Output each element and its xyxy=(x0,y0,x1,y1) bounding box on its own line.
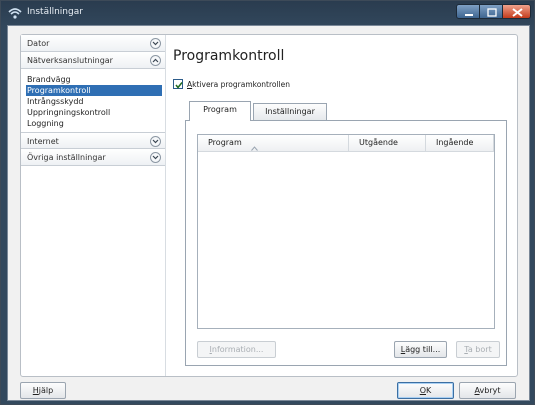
nav-item-intrangsskydd[interactable]: Intrångsskydd xyxy=(26,96,162,107)
help-button[interactable]: Hjälp xyxy=(20,382,66,399)
checkbox-box[interactable] xyxy=(173,79,183,89)
nav-section-ovriga[interactable]: Övriga inställningar xyxy=(21,149,165,166)
chevron-down-icon[interactable] xyxy=(150,38,161,49)
settings-panel: Dator Nätverksanslutningar Brandvägg Pro… xyxy=(20,34,518,377)
checkbox-label: Aktivera programkontrollen xyxy=(187,80,291,89)
nav-item-uppringningskontroll[interactable]: Uppringningskontroll xyxy=(26,107,162,118)
tab-installningar[interactable]: Inställningar xyxy=(253,103,327,120)
dialog-client: Dator Nätverksanslutningar Brandvägg Pro… xyxy=(7,25,530,401)
minimize-button[interactable] xyxy=(456,4,480,19)
nav-section-label: Internet xyxy=(27,137,59,146)
information-button[interactable]: Information... xyxy=(197,341,276,358)
main-content: Programkontroll Aktivera programkontroll… xyxy=(173,35,513,376)
page-title: Programkontroll xyxy=(173,48,285,64)
program-tab-page: Program Utgående Ingående Information...… xyxy=(185,120,507,366)
close-button[interactable] xyxy=(502,4,531,19)
sort-ascending-icon xyxy=(251,141,258,157)
add-button[interactable]: Lägg till... xyxy=(394,341,447,358)
nav-section-label: Nätverksanslutningar xyxy=(27,56,113,65)
nav-section-label: Dator xyxy=(27,39,50,48)
nav-section-dator[interactable]: Dator xyxy=(21,35,165,52)
maximize-button[interactable] xyxy=(479,4,503,19)
ok-button[interactable]: OK xyxy=(397,382,454,399)
settings-window: Inställningar Dator Nätverksanslutningar xyxy=(0,0,535,405)
column-header-program[interactable]: Program xyxy=(198,135,349,152)
nav-item-brandvagg[interactable]: Brandvägg xyxy=(26,74,162,85)
window-title: Inställningar xyxy=(27,7,83,17)
chevron-up-icon[interactable] xyxy=(150,55,161,66)
program-list[interactable]: Program Utgående Ingående xyxy=(197,134,495,329)
remove-button[interactable]: Ta bort xyxy=(456,341,500,358)
chevron-down-icon[interactable] xyxy=(150,152,161,163)
tab-program[interactable]: Program xyxy=(189,101,251,121)
wifi-icon xyxy=(8,6,22,20)
nav-item-loggning[interactable]: Loggning xyxy=(26,118,162,129)
nav-section-label: Övriga inställningar xyxy=(27,153,106,162)
settings-nav: Dator Nätverksanslutningar Brandvägg Pro… xyxy=(21,35,166,376)
column-header-utgaende[interactable]: Utgående xyxy=(349,135,426,152)
column-header-ingaende[interactable]: Ingående xyxy=(426,135,494,152)
chevron-down-icon[interactable] xyxy=(150,136,161,147)
title-bar[interactable]: Inställningar xyxy=(1,1,534,25)
cancel-button[interactable]: Avbryt xyxy=(459,382,516,399)
nav-item-programkontroll[interactable]: Programkontroll xyxy=(26,85,162,96)
nav-section-internet[interactable]: Internet xyxy=(21,132,165,149)
nav-section-natverk[interactable]: Nätverksanslutningar xyxy=(21,52,165,69)
